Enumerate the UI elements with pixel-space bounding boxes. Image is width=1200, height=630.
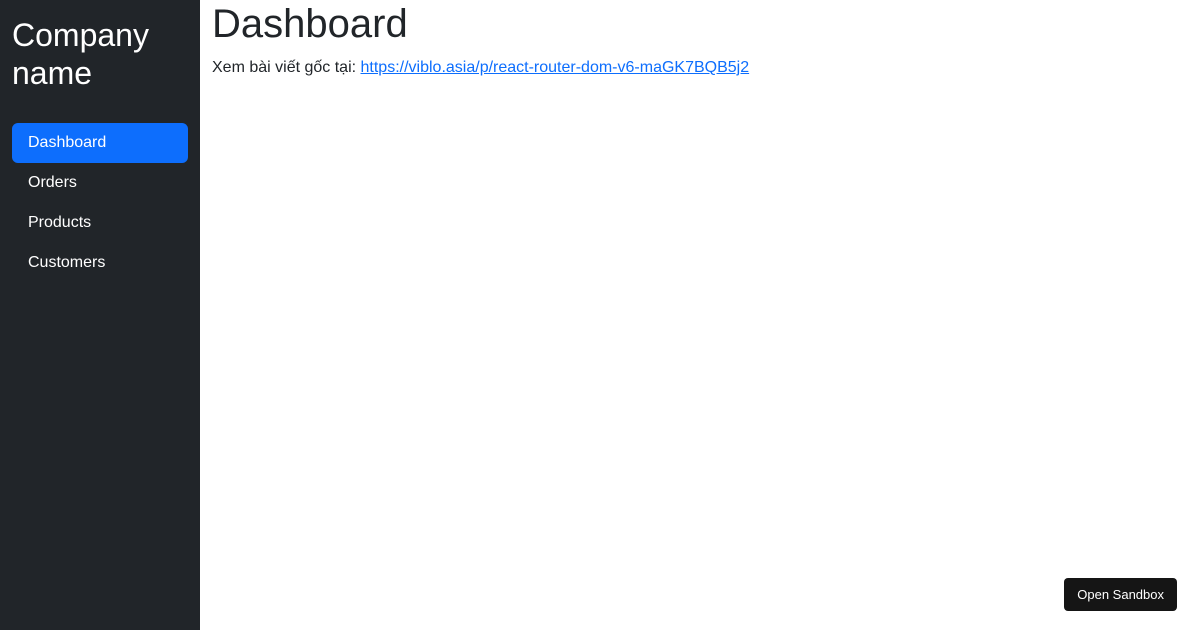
open-sandbox-button[interactable]: Open Sandbox <box>1064 578 1177 611</box>
company-brand: Company name <box>12 17 149 91</box>
source-note-prefix: Xem bài viết gốc tại: <box>212 59 361 76</box>
sidebar-item-products[interactable]: Products <box>12 203 188 243</box>
source-note: Xem bài viết gốc tại: https://viblo.asia… <box>212 57 1188 79</box>
sidebar-item-orders[interactable]: Orders <box>12 163 188 203</box>
main-content: Dashboard Xem bài viết gốc tại: https://… <box>200 0 1200 630</box>
sidebar-nav: Dashboard Orders Products Customers <box>12 123 188 283</box>
sidebar-nav-entry: Customers <box>12 243 188 283</box>
sidebar: Company name Dashboard Orders Products C… <box>0 0 200 630</box>
sidebar-item-dashboard[interactable]: Dashboard <box>12 123 188 163</box>
sidebar-nav-entry: Orders <box>12 163 188 203</box>
sidebar-nav-entry: Products <box>12 203 188 243</box>
sidebar-item-customers[interactable]: Customers <box>12 243 188 283</box>
page-title: Dashboard <box>212 2 408 46</box>
app-root: Company name Dashboard Orders Products C… <box>0 0 1200 630</box>
source-link[interactable]: https://viblo.asia/p/react-router-dom-v6… <box>361 59 750 76</box>
sidebar-nav-entry: Dashboard <box>12 123 188 163</box>
